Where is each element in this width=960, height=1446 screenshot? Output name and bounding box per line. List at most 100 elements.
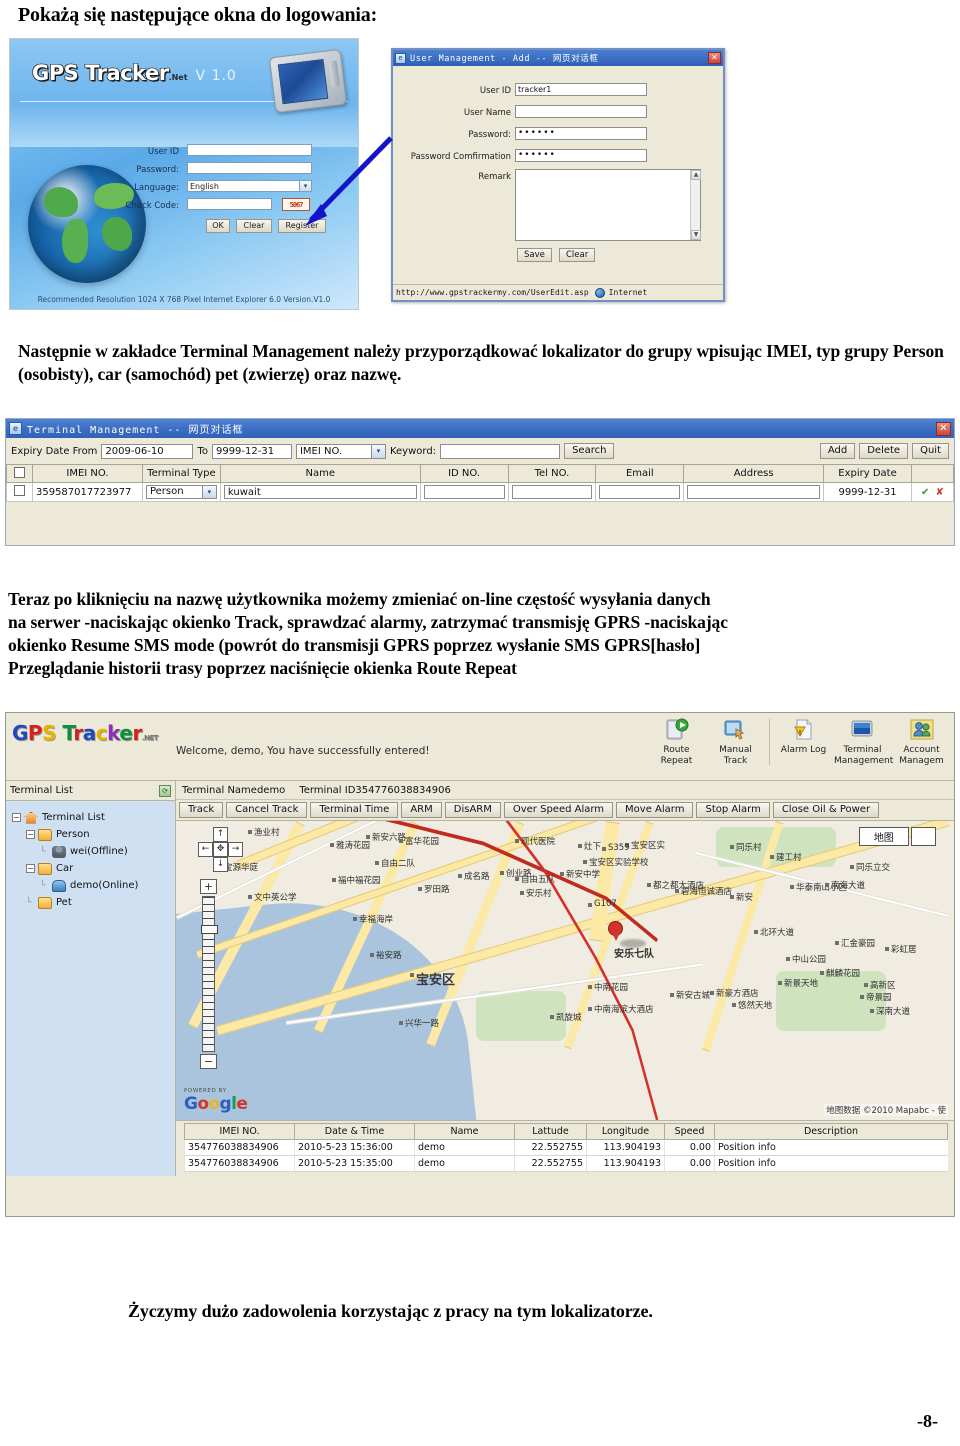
tm-row-email-input[interactable] — [599, 485, 681, 499]
tm-row-type-value: Person — [149, 486, 184, 497]
table-row[interactable]: 354776038834906 2010-5-23 15:36:00 demo 22.… — [184, 1139, 948, 1156]
op-button-track[interactable]: Track — [179, 802, 224, 818]
login-register-button[interactable]: Register — [278, 219, 326, 233]
login-language-select[interactable]: English ▾ — [187, 180, 312, 192]
map-type-button-secondary[interactable] — [910, 827, 936, 846]
tm-to-input[interactable]: 9999-12-31 — [211, 443, 292, 459]
close-icon[interactable]: ✕ — [708, 52, 721, 64]
pan-up-icon[interactable]: ↑ — [213, 827, 228, 842]
um-password-confirm-input[interactable]: •••••• — [515, 149, 647, 162]
pan-center-icon[interactable]: ✥ — [213, 842, 228, 857]
tree-node-wei-offline-[interactable]: └ wei(Offline) — [12, 843, 175, 860]
op-button-disarm[interactable]: DisARM — [444, 802, 501, 818]
close-icon[interactable]: ✕ — [936, 421, 951, 436]
tree-expander[interactable]: − — [12, 813, 21, 822]
tm-row-actions[interactable]: ✔ ✘ — [910, 482, 955, 502]
login-password-input[interactable] — [187, 162, 312, 174]
toolbar-label-line2: Track — [723, 756, 748, 766]
login-version: V 1.0 — [195, 68, 237, 84]
um-clear-button[interactable]: Clear — [559, 248, 596, 262]
map-marker[interactable] — [608, 921, 623, 942]
tm-search-button[interactable]: Search — [564, 443, 615, 459]
um-password-input[interactable]: •••••• — [515, 127, 647, 140]
tree-node-terminal-list[interactable]: − Terminal List — [12, 809, 175, 826]
dt-cell: 354776038834906 — [184, 1139, 295, 1156]
brand-letter: r — [73, 721, 83, 745]
tree-node-person[interactable]: − Person — [12, 826, 175, 843]
tree-node-demo-online-[interactable]: └ demo(Online) — [12, 877, 175, 894]
pan-right-icon[interactable]: → — [228, 842, 243, 857]
confirm-check-icon[interactable]: ✔ — [921, 487, 929, 498]
toolbar-terminal-management[interactable]: Terminal Management — [834, 717, 893, 767]
zoom-slider-thumb[interactable] — [201, 925, 218, 934]
login-userid-input[interactable] — [187, 144, 312, 156]
pan-down-icon[interactable]: ↓ — [213, 857, 228, 872]
um-remark-textarea[interactable]: ▲ ▼ — [515, 169, 701, 241]
tm-row-idno-cell[interactable] — [419, 482, 509, 502]
tm-row-email-cell[interactable] — [595, 482, 685, 502]
op-button-arm[interactable]: ARM — [401, 802, 442, 818]
login-checkcode-input[interactable] — [187, 198, 272, 210]
table-row[interactable]: 359587017723977 Person ▾ kuwait 9999-12-… — [6, 482, 955, 502]
toolbar-route-repeat[interactable]: Route Repeat — [648, 717, 705, 767]
op-button-stop-alarm[interactable]: Stop Alarm — [696, 802, 770, 818]
zoom-out-icon[interactable]: − — [200, 1054, 217, 1069]
map-view[interactable]: 渔业村 雅涛花园 新安六路 富华花园 自由二队 宝源华庭 福中福花园 罗田路 文中英公学 幸福海岸… — [176, 820, 954, 1120]
scroll-up-icon[interactable]: ▲ — [691, 170, 701, 180]
tm-add-button[interactable]: Add — [819, 443, 856, 459]
map-zoom-control[interactable]: + − — [200, 879, 218, 1069]
remark-scrollbar[interactable]: ▲ ▼ — [690, 170, 701, 240]
tm-keyword-input[interactable] — [440, 443, 561, 459]
cancel-x-icon[interactable]: ✘ — [936, 487, 944, 498]
tm-row-address-input[interactable] — [687, 485, 821, 499]
tm-delete-button[interactable]: Delete — [859, 443, 909, 459]
um-status-zone: Internet — [608, 288, 648, 297]
select-all-checkbox[interactable] — [13, 466, 25, 478]
toolbar-alarm-log[interactable]: ! Alarm Log — [775, 717, 832, 756]
tm-select-all-header[interactable] — [6, 464, 33, 483]
tm-row-tel-cell[interactable] — [507, 482, 597, 502]
op-button-over-speed-alarm[interactable]: Over Speed Alarm — [503, 802, 614, 818]
tm-row-name-input[interactable]: kuwait — [223, 485, 417, 499]
map-type-control[interactable]: 地图 — [858, 827, 936, 846]
tm-row-type-cell[interactable]: Person ▾ — [141, 482, 221, 502]
toolbar-manual-track[interactable]: Manual Track — [707, 717, 764, 767]
login-clear-button[interactable]: Clear — [236, 219, 272, 233]
chevron-down-icon[interactable]: ▾ — [370, 444, 385, 458]
zoom-slider-track[interactable] — [201, 896, 218, 1052]
um-username-input[interactable] — [515, 105, 647, 118]
um-userid-input[interactable]: tracker1 — [515, 83, 647, 96]
chevron-down-icon[interactable]: ▾ — [201, 486, 216, 498]
zoom-in-icon[interactable]: + — [200, 879, 217, 894]
refresh-icon[interactable]: ⟳ — [159, 784, 171, 797]
tm-row-name-cell[interactable]: kuwait — [219, 482, 421, 502]
tm-quit-button[interactable]: Quit — [912, 443, 949, 459]
pan-left-icon[interactable]: ← — [198, 842, 213, 857]
terminal-tree[interactable]: − Terminal List − Person └ wei(Offline) − Car └ d… — [6, 801, 175, 1176]
tree-expander[interactable]: − — [26, 830, 35, 839]
op-button-move-alarm[interactable]: Move Alarm — [616, 802, 694, 818]
toolbar-account-management[interactable]: Account Managem — [893, 717, 950, 767]
op-button-close-oil-power[interactable]: Close Oil & Power — [772, 802, 880, 818]
tree-expander[interactable]: − — [26, 864, 35, 873]
map-place-label: 北环大道 — [760, 928, 795, 938]
tm-field-select[interactable]: IMEI NO. ▾ — [295, 443, 386, 459]
tm-row-tel-input[interactable] — [511, 485, 593, 499]
login-ok-button[interactable]: OK — [206, 219, 230, 233]
map-pan-control[interactable]: ↑ ← ✥ → ↓ — [198, 827, 244, 873]
chevron-down-icon[interactable]: ▾ — [299, 181, 311, 191]
tree-node-car[interactable]: − Car — [12, 860, 175, 877]
um-save-button[interactable]: Save — [517, 248, 552, 262]
tree-node-pet[interactable]: └ Pet — [12, 894, 175, 911]
row-checkbox[interactable] — [13, 485, 25, 496]
tm-row-idno-input[interactable] — [423, 485, 505, 499]
tm-from-input[interactable]: 2009-06-10 — [101, 443, 194, 459]
table-row[interactable]: 354776038834906 2010-5-23 15:35:00 demo 22.… — [184, 1155, 948, 1172]
op-button-cancel-track[interactable]: Cancel Track — [226, 802, 308, 818]
tm-row-type-select[interactable]: Person ▾ — [145, 485, 217, 499]
map-type-button[interactable]: 地图 — [858, 827, 909, 846]
scroll-down-icon[interactable]: ▼ — [691, 230, 701, 240]
tm-row-address-cell[interactable] — [683, 482, 825, 502]
tm-row-checkbox-cell[interactable] — [6, 482, 33, 502]
op-button-terminal-time[interactable]: Terminal Time — [310, 802, 399, 818]
